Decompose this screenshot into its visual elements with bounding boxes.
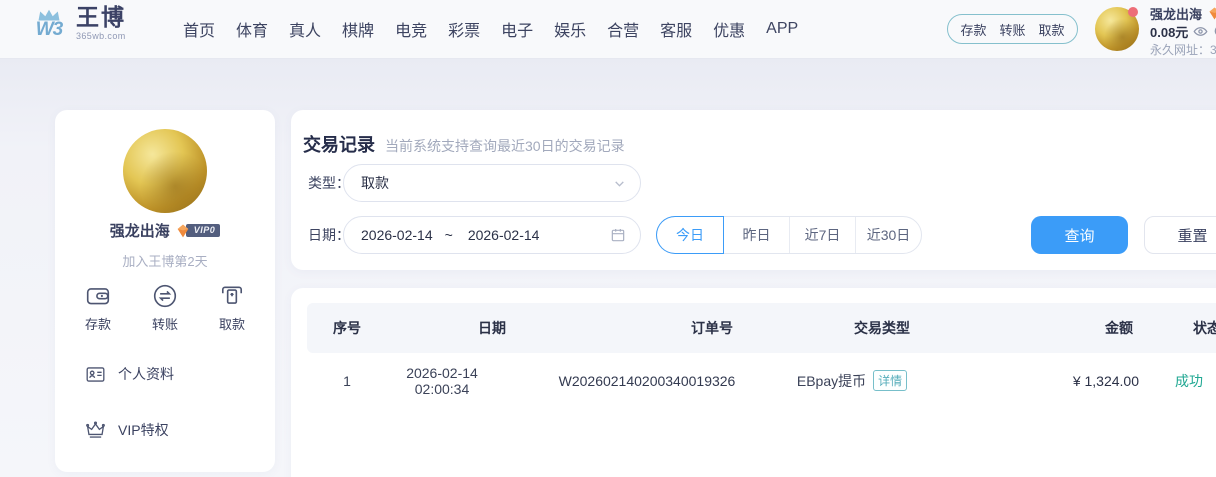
brand-logo[interactable]: W3 王博 365wb.com <box>30 6 126 41</box>
search-button[interactable]: 查询 <box>1031 216 1128 254</box>
logo-text: 王博 365wb.com <box>76 6 126 41</box>
brand-name: 王博 <box>76 6 126 29</box>
wallet-icon <box>85 283 111 309</box>
nav-item-promo[interactable]: 优惠 <box>713 17 745 41</box>
cell-order-no: W202602140200340019326 <box>547 373 787 389</box>
wallet-quick-links: 存款 转账 取款 <box>947 14 1078 44</box>
withdraw-action[interactable]: 取款 <box>212 283 252 333</box>
date-range-separator: ~ <box>445 227 453 243</box>
sidebar-username: 强龙出海 <box>110 220 170 241</box>
avatar[interactable] <box>1095 7 1139 51</box>
calendar-icon <box>610 227 626 243</box>
vip-gem-icon <box>175 223 191 239</box>
nav-item-slots[interactable]: 电子 <box>501 17 533 41</box>
main-nav: 首页 体育 真人 棋牌 电竞 彩票 电子 娱乐 合营 客服 优惠 APP <box>183 0 798 58</box>
range-yesterday-button[interactable]: 昨日 <box>723 217 789 253</box>
chevron-down-icon <box>613 177 626 190</box>
cell-status: 成功 <box>1129 371 1216 391</box>
logo-mark: W3 <box>30 9 68 39</box>
nav-item-cards[interactable]: 棋牌 <box>342 17 374 41</box>
nav-item-live[interactable]: 真人 <box>289 17 321 41</box>
sidebar-avatar[interactable] <box>123 129 207 213</box>
quick-range-group: 今日 昨日 近7日 近30日 <box>656 216 922 254</box>
date-range-input[interactable]: 2026-02-14 ~ 2026-02-14 <box>343 216 641 254</box>
transfer-action-label: 转账 <box>152 314 178 333</box>
sidebar-quick-actions: 存款 转账 取款 <box>55 283 275 333</box>
nav-item-affiliate[interactable]: 合营 <box>607 17 639 41</box>
col-order-no: 订单号 <box>547 318 787 338</box>
type-filter-label: 类型： <box>308 173 343 193</box>
sidebar-item-vip-label: VIP特权 <box>118 420 169 440</box>
transaction-type-text: EBpay提币 <box>797 371 866 391</box>
withdraw-icon <box>219 283 245 309</box>
reset-button[interactable]: 重置 <box>1144 216 1216 254</box>
sidebar-item-profile[interactable]: 个人资料 <box>85 362 267 386</box>
join-days-text: 加入王博第2天 <box>55 251 275 270</box>
vip-level-label: VIP0 <box>186 224 221 238</box>
nav-item-app[interactable]: APP <box>766 20 798 38</box>
deposit-action-label: 存款 <box>85 314 111 333</box>
type-select-value: 取款 <box>358 173 389 193</box>
transfer-icon <box>152 283 178 309</box>
page-subtitle: 当前系统支持查询最近30日的交易记录 <box>385 136 625 156</box>
col-type: 交易类型 <box>787 318 957 338</box>
col-status: 状态 <box>1147 318 1216 338</box>
sidebar-item-vip[interactable]: VIP特权 <box>85 418 267 442</box>
table-row: 1 2026-02-14 02:00:34 W20260214020034001… <box>307 353 1216 408</box>
permanent-url: 永久网址：3 <box>1150 41 1216 58</box>
col-index: 序号 <box>307 318 387 338</box>
date-to-value: 2026-02-14 <box>465 227 540 243</box>
nav-item-entertainment[interactable]: 娱乐 <box>554 17 586 41</box>
col-amount: 金额 <box>957 318 1147 338</box>
notification-dot <box>1128 7 1138 17</box>
vip-gem-icon <box>1207 6 1216 21</box>
deposit-action[interactable]: 存款 <box>78 283 118 333</box>
range-7days-button[interactable]: 近7日 <box>789 217 855 253</box>
col-date: 日期 <box>387 318 547 338</box>
topbar: W3 王博 365wb.com 首页 体育 真人 棋牌 电竞 彩票 电子 娱乐 … <box>0 0 1216 58</box>
brand-domain: 365wb.com <box>76 32 126 41</box>
range-today-button[interactable]: 今日 <box>657 217 723 253</box>
nav-item-esports[interactable]: 电竞 <box>395 17 427 41</box>
cell-date: 2026-02-14 02:00:34 <box>387 365 547 397</box>
sidebar: 强龙出海 VIP0 加入王博第2天 存款 <box>55 110 275 472</box>
username: 强龙出海 <box>1150 4 1202 23</box>
type-select[interactable]: 取款 <box>343 164 641 202</box>
withdraw-action-label: 取款 <box>219 314 245 333</box>
transactions-table: 序号 日期 订单号 交易类型 金额 状态 1 2026-02-14 02:00:… <box>291 288 1216 477</box>
topbar-deposit-link[interactable]: 存款 <box>960 20 986 39</box>
transfer-action[interactable]: 转账 <box>145 283 185 333</box>
id-card-icon <box>85 364 106 385</box>
vip-badge[interactable]: VIP0 <box>175 223 221 239</box>
date-from-value: 2026-02-14 <box>358 227 433 243</box>
page-title: 交易记录 <box>303 131 375 157</box>
crown-icon <box>85 420 106 441</box>
balance-value: 0.08元 <box>1150 22 1188 41</box>
cell-index: 1 <box>307 373 387 389</box>
nav-item-sports[interactable]: 体育 <box>236 17 268 41</box>
filter-panel: 交易记录 当前系统支持查询最近30日的交易记录 类型： 取款 日期： 2026-… <box>291 110 1216 270</box>
page: W3 王博 365wb.com 首页 体育 真人 棋牌 电竞 彩票 电子 娱乐 … <box>0 0 1216 477</box>
logo-w3-text: W3 <box>36 20 63 39</box>
nav-item-lottery[interactable]: 彩票 <box>448 17 480 41</box>
nav-item-home[interactable]: 首页 <box>183 17 215 41</box>
nav-item-service[interactable]: 客服 <box>660 17 692 41</box>
cell-type: EBpay提币 详情 <box>787 370 957 391</box>
sidebar-item-profile-label: 个人资料 <box>118 364 174 384</box>
user-info: 强龙出海 0.08元 永久网址：3 <box>1150 4 1216 58</box>
date-filter-label: 日期： <box>308 225 343 245</box>
topbar-withdraw-link[interactable]: 取款 <box>1039 20 1065 39</box>
table-header: 序号 日期 订单号 交易类型 金额 状态 <box>307 303 1216 353</box>
sidebar-menu: 个人资料 VIP特权 <box>85 362 267 474</box>
eye-icon[interactable] <box>1193 24 1208 39</box>
topbar-transfer-link[interactable]: 转账 <box>999 20 1025 39</box>
cell-amount: ¥ 1,324.00 <box>957 373 1147 389</box>
detail-badge[interactable]: 详情 <box>873 370 907 391</box>
range-30days-button[interactable]: 近30日 <box>855 217 921 253</box>
